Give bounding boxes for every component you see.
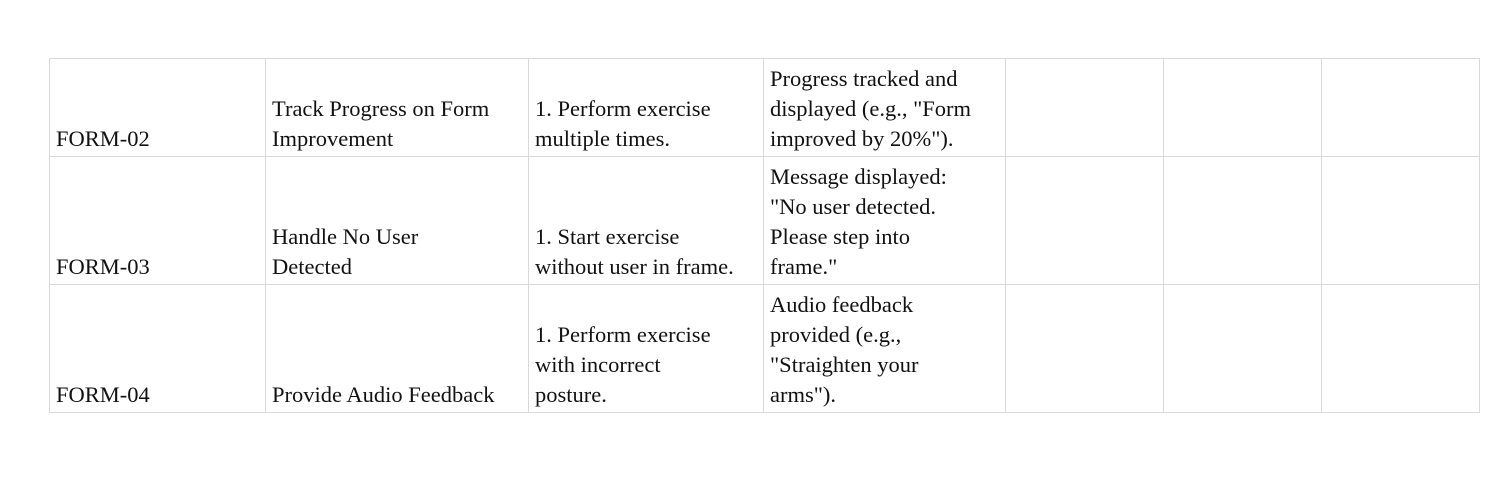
empty-cell[interactable]	[1163, 284, 1322, 413]
test-id-cell[interactable]: FORM-02	[49, 58, 266, 157]
empty-cell[interactable]	[1321, 58, 1480, 157]
test-steps-cell[interactable]: 1. Perform exercise with incorrect postu…	[528, 284, 764, 413]
test-title-cell[interactable]: Provide Audio Feedback	[265, 284, 529, 413]
table-row: FORM-04 Provide Audio Feedback 1. Perfor…	[49, 284, 1480, 413]
empty-cell[interactable]	[1005, 58, 1164, 157]
page: { "rows": [ { "id": "FORM-02", "title": …	[0, 0, 1512, 477]
test-case-table: FORM-02 Track Progress on Form Improveme…	[49, 58, 1480, 413]
empty-cell[interactable]	[1321, 156, 1480, 285]
test-steps-cell[interactable]: 1. Perform exercise multiple times.	[528, 58, 764, 157]
test-id-cell[interactable]: FORM-03	[49, 156, 266, 285]
expected-result-cell[interactable]: Audio feedback provided (e.g., "Straight…	[763, 284, 1006, 413]
table-row: FORM-02 Track Progress on Form Improveme…	[49, 58, 1480, 157]
test-steps-cell[interactable]: 1. Start exercise without user in frame.	[528, 156, 764, 285]
empty-cell[interactable]	[1163, 58, 1322, 157]
empty-cell[interactable]	[1163, 156, 1322, 285]
empty-cell[interactable]	[1005, 156, 1164, 285]
empty-cell[interactable]	[1321, 284, 1480, 413]
expected-result-cell[interactable]: Progress tracked and displayed (e.g., "F…	[763, 58, 1006, 157]
test-id-cell[interactable]: FORM-04	[49, 284, 266, 413]
table-row: FORM-03 Handle No User Detected 1. Start…	[49, 156, 1480, 285]
test-title-cell[interactable]: Track Progress on Form Improvement	[265, 58, 529, 157]
test-title-cell[interactable]: Handle No User Detected	[265, 156, 529, 285]
empty-cell[interactable]	[1005, 284, 1164, 413]
expected-result-cell[interactable]: Message displayed: "No user detected. Pl…	[763, 156, 1006, 285]
